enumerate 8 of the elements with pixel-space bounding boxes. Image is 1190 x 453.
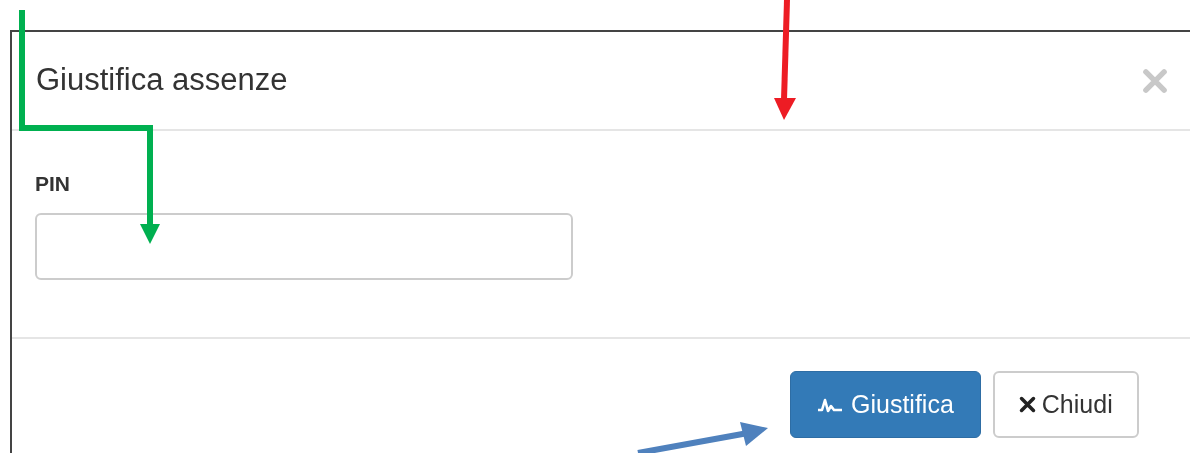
- dialog-title: Giustifica assenze: [36, 61, 288, 100]
- close-dialog-button[interactable]: Chiudi: [992, 371, 1139, 438]
- pulse-icon: [817, 396, 843, 413]
- close-icon: [1018, 396, 1036, 413]
- close-icon: [1142, 67, 1168, 94]
- input-field[interactable]: [35, 213, 573, 280]
- field-label: PIN: [35, 171, 71, 197]
- justify-button[interactable]: Giustifica: [790, 371, 981, 438]
